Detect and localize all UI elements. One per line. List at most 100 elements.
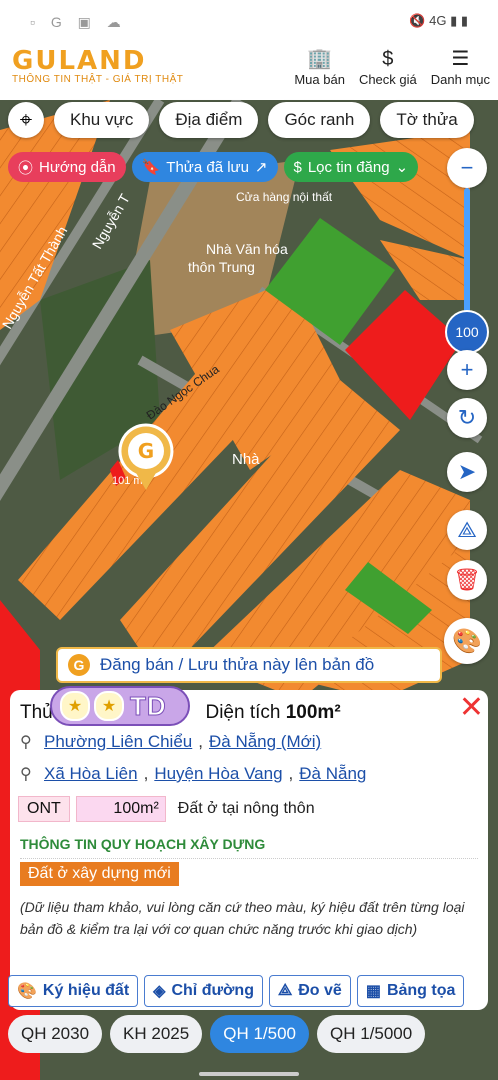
filter-label: Lọc tin đăng [307, 158, 390, 176]
status-bar: ▫ G ▣ ☁ 🔇 4G ▮ ▮ [0, 0, 498, 44]
zoom-in-button[interactable]: + [447, 350, 487, 390]
ward-link[interactable]: Phường Liên Chiểu [44, 732, 192, 752]
land-use-code: ONT [18, 796, 70, 822]
delete-button[interactable]: 🗑 [447, 560, 487, 600]
crosshair-icon: ⌖ [19, 107, 33, 132]
brand-name: GULAND [12, 46, 147, 76]
saved-parcels-button[interactable]: 🔖 Thửa đã lưu ↗ [131, 152, 278, 182]
directions-button[interactable]: ◈ Chỉ đường [144, 975, 263, 1007]
map-poi-label: Nhà [232, 451, 260, 468]
brand-tagline: THÔNG TIN THẬT - GIÁ TRỊ THẬT [12, 74, 184, 85]
nav-label: Mua bán [294, 72, 345, 87]
tool-label: Ký hiệu đất [42, 982, 130, 999]
map-controls: − 100 + ↻ ➤ ⟁ 🗑 [445, 148, 489, 608]
chip-goc-ranh[interactable]: Góc ranh [268, 102, 371, 138]
plus-icon: + [460, 357, 474, 382]
tab-kh-2025[interactable]: KH 2025 [110, 1015, 203, 1053]
dollar-icon: $ [293, 158, 302, 176]
user-badge[interactable]: ★ ★ TD [50, 686, 190, 726]
refresh-button[interactable]: ↻ [447, 398, 487, 438]
compass-icon: ⟁ [457, 517, 477, 542]
chevron-down-icon: ⌄ [395, 159, 409, 176]
draw-tool-button[interactable]: ⟁ [447, 510, 487, 550]
directions-icon: ◈ [153, 983, 166, 1000]
commune-link[interactable]: Xã Hòa Liên [44, 764, 138, 784]
section-heading: THÔNG TIN QUY HOẠCH XÂY DỰNG [20, 836, 266, 852]
nav-mua-ban[interactable]: 🏢 Mua bán [294, 46, 345, 87]
guide-button[interactable]: ⦿ Hướng dẫn [8, 152, 126, 182]
bookmark-icon: 🔖 [141, 159, 161, 176]
land-use-row: ONT 100m² Đất ở tại nông thôn [18, 796, 315, 822]
guland-g-icon: G [68, 654, 90, 676]
tab-qh-1-500[interactable]: QH 1/500 [210, 1015, 309, 1053]
saved-label: Thửa đã lưu [166, 158, 249, 176]
map-poi-label: Cửa hàng nội thất [236, 190, 333, 204]
app-header: GULAND THÔNG TIN THẬT - GIÁ TRỊ THẬT 🏢 M… [0, 44, 498, 100]
city-link[interactable]: Đà Nẵng [299, 764, 366, 784]
plan-tag: Đất ở xây dựng mới [20, 862, 179, 886]
svg-text:G: G [138, 439, 154, 463]
land-use-area: 100m² [75, 796, 166, 822]
guide-label: Hướng dẫn [39, 158, 116, 176]
chip-khu-vuc[interactable]: Khu vực [54, 102, 150, 138]
nav-check-gia[interactable]: $ Check giá [359, 46, 417, 87]
tab-qh-2030[interactable]: QH 2030 [8, 1015, 103, 1053]
palette-button[interactable]: 🎨 [444, 618, 490, 664]
palette-icon: 🎨 [452, 627, 482, 655]
post-parcel-banner[interactable]: G Đăng bán / Lưu thửa này lên bản đồ [56, 647, 442, 683]
minus-icon: − [460, 155, 474, 180]
status-icons-right: 🔇 4G ▮ ▮ [409, 13, 468, 28]
land-use-desc: Đất ở tại nông thôn [177, 800, 315, 817]
palette-icon: 🎨 [17, 983, 37, 1000]
dollar-icon: $ [382, 48, 394, 70]
zoom-slider[interactable] [464, 188, 470, 328]
map-poi-label: Nhà Văn hóa [206, 241, 288, 257]
coordinates-table-button[interactable]: ▦ Bảng tọa [356, 975, 465, 1007]
filter-listings-button[interactable]: $ Lọc tin đăng ⌄ [283, 152, 419, 182]
nav-label: Danh mục [430, 72, 490, 87]
address-old: ⚲ Xã Hòa Liên, Huyện Hòa Vang, Đà Nẵng [20, 764, 367, 784]
menu-icon: ☰ [451, 48, 470, 70]
star-icon: ★ [60, 691, 90, 721]
store-icon: 🏢 [307, 48, 333, 70]
post-banner-label: Đăng bán / Lưu thửa này lên bản đồ [100, 655, 375, 674]
location-pin-icon: ⚲ [20, 766, 32, 783]
close-icon: ✕ [458, 691, 484, 724]
home-indicator[interactable] [199, 1072, 299, 1076]
zoom-out-button[interactable]: − [447, 148, 487, 188]
nav-label: Check giá [358, 72, 417, 87]
location-pin-icon: ⚲ [20, 734, 32, 751]
system-nav-bar [0, 1066, 498, 1080]
zoom-level[interactable]: 100 [445, 310, 489, 354]
parcel-area: 100m² [285, 702, 341, 723]
tool-label: Chỉ đường [171, 982, 254, 999]
external-link-icon: ↗ [254, 159, 268, 176]
navigation-arrow-icon: ➤ [457, 459, 477, 484]
tool-button-row: 🎨 Ký hiệu đất ◈ Chỉ đường ⟁ Đo vẽ ▦ Bảng… [8, 975, 465, 1007]
badge-initials: TD [130, 690, 167, 721]
navigate-button[interactable]: ➤ [447, 452, 487, 492]
compass-icon: ⟁ [277, 982, 293, 999]
tab-qh-1-5000[interactable]: QH 1/5000 [316, 1015, 426, 1053]
close-button[interactable]: ✕ [459, 690, 484, 725]
table-icon: ▦ [365, 983, 381, 1000]
tool-label: Đo vẽ [298, 982, 342, 999]
chip-dia-diem[interactable]: Địa điểm [159, 102, 259, 138]
tool-label: Bảng tọa [386, 982, 456, 999]
brand-logo[interactable]: GULAND THÔNG TIN THẬT - GIÁ TRỊ THẬT [12, 46, 183, 85]
status-icons-left: ▫ G ▣ ☁ [30, 14, 127, 30]
city-link[interactable]: Đà Nẵng (Mới) [209, 732, 321, 752]
nav-danh-muc[interactable]: ☰ Danh mục [431, 46, 490, 87]
refresh-icon: ↻ [457, 405, 477, 430]
top-nav: 🏢 Mua bán $ Check giá ☰ Danh mục [294, 46, 490, 87]
parcel-info-sheet: Thửa Diện tích 100m² ★ ★ TD ✕ ⚲ Phường Li… [10, 686, 488, 1010]
filter-chip-row: ⌖ Khu vực Địa điểm Góc ranh Tờ thửa [8, 102, 474, 138]
district-link[interactable]: Huyện Hòa Vang [154, 764, 282, 784]
measure-button[interactable]: ⟁ Đo vẽ [268, 975, 351, 1007]
play-icon: ⦿ [18, 159, 34, 177]
action-pill-row: ⦿ Hướng dẫn 🔖 Thửa đã lưu ↗ $ Lọc tin đă… [8, 152, 419, 182]
land-symbol-button[interactable]: 🎨 Ký hiệu đất [8, 975, 139, 1007]
my-location-button[interactable]: ⌖ [8, 102, 44, 138]
trash-icon: 🗑 [453, 567, 481, 592]
chip-to-thua[interactable]: Tờ thửa [380, 102, 474, 138]
